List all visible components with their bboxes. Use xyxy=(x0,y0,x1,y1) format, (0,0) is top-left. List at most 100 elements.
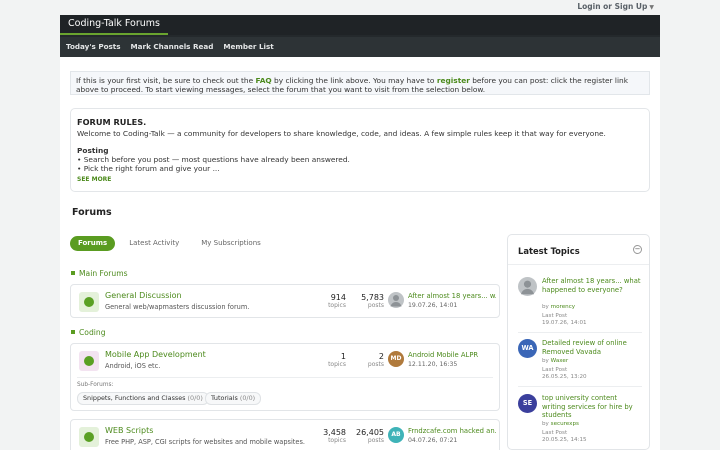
caret-down-icon: ▼ xyxy=(649,4,654,11)
topic-author[interactable]: Waxer xyxy=(551,358,568,364)
posts-number: 26,405 xyxy=(356,428,384,437)
see-more-link[interactable]: SEE MORE xyxy=(77,176,111,183)
user-silhouette-icon xyxy=(390,295,402,307)
avatar[interactable]: WA xyxy=(518,339,537,358)
forum-name[interactable]: WEB Scripts xyxy=(105,426,153,435)
category-coding[interactable]: Coding xyxy=(71,328,106,337)
topic-author[interactable]: morency xyxy=(551,304,575,310)
nav-todays-posts[interactable]: Today's Posts xyxy=(66,37,121,57)
topic-author-line: by Waxer xyxy=(542,358,568,366)
topic-title[interactable]: After almost 18 years... what happened t… xyxy=(542,277,642,294)
posts-number: 5,783 xyxy=(361,293,384,302)
forum-rules-panel: FORUM RULES. Welcome to Coding-Talk — a … xyxy=(70,108,650,192)
divider xyxy=(77,377,493,378)
topics-label: topics xyxy=(328,302,346,309)
latest-topics-widget: Latest Topics − After almost 18 years...… xyxy=(507,234,650,450)
forum-tabs: Forums Latest Activity My Subscriptions xyxy=(70,236,275,251)
forum-row-web-scripts[interactable]: WEB Scripts Free PHP, ASP, CGI scripts f… xyxy=(70,419,500,450)
last-post-date: 04.07.26, 07:21 xyxy=(408,437,458,444)
topics-number: 914 xyxy=(330,293,346,302)
rules-posting-heading: Posting xyxy=(77,146,109,155)
category-square-icon xyxy=(71,271,75,275)
avatar[interactable] xyxy=(518,277,537,296)
latest-topics-title: Latest Topics xyxy=(518,246,580,256)
topic-author[interactable]: securexps xyxy=(551,421,579,427)
topic-title[interactable]: top university content writing services … xyxy=(542,394,642,420)
tab-my-subscriptions[interactable]: My Subscriptions xyxy=(193,236,269,251)
faq-link[interactable]: FAQ xyxy=(256,76,272,85)
topic-title[interactable]: Detailed review of online Removed Vavada xyxy=(542,339,642,356)
last-post-title[interactable]: Android Mobile ALPR xyxy=(408,351,496,359)
forum-topics-count: 3,458 topics xyxy=(306,428,346,445)
welcome-notice: If this is your first visit, be sure to … xyxy=(70,71,650,95)
forum-posts-count: 26,405 posts xyxy=(344,428,384,445)
collapse-icon[interactable]: − xyxy=(633,245,642,254)
nav-member-list[interactable]: Member List xyxy=(223,37,273,57)
divider xyxy=(518,386,642,387)
sub-forum-snippets[interactable]: Snippets, Functions and Classes (0/0) xyxy=(77,392,209,405)
avatar[interactable]: AB xyxy=(388,427,404,443)
topic-date: 20.05.25, 14:15 xyxy=(542,437,587,443)
forum-name[interactable]: Mobile App Development xyxy=(105,350,206,359)
forum-description: Free PHP, ASP, CGI scripts for websites … xyxy=(105,438,305,446)
divider xyxy=(518,332,642,333)
avatar[interactable]: SE xyxy=(518,394,537,413)
forum-name[interactable]: General Discussion xyxy=(105,291,182,300)
topic-author-line: by securexps xyxy=(542,421,579,429)
category-label: Main Forums xyxy=(79,269,128,278)
last-post-title[interactable]: Frndzcafe.com hacked an... xyxy=(408,427,496,435)
tab-forums[interactable]: Forums xyxy=(70,236,116,251)
sub-forum-tutorials[interactable]: Tutorials (0/0) xyxy=(205,392,262,405)
site-header: Coding-Talk Forums xyxy=(60,15,660,35)
by-label: by xyxy=(542,304,549,310)
rules-title: FORUM RULES. xyxy=(77,117,147,127)
sub-forums-label: Sub-Forums: xyxy=(77,382,114,388)
forum-description: General web/wapmasters discussion forum. xyxy=(105,303,250,311)
posts-label: posts xyxy=(367,361,384,368)
latest-topic-item[interactable]: WA Detailed review of online Removed Vav… xyxy=(518,339,644,383)
topic-date: 26.05.25, 13:20 xyxy=(542,374,587,380)
avatar[interactable]: MD xyxy=(388,351,404,367)
topics-label: topics xyxy=(328,361,346,368)
forum-row-mobile-app-development[interactable]: Mobile App Development Android, iOS etc.… xyxy=(70,343,500,411)
topic-date: 19.07.26, 14:01 xyxy=(542,320,587,326)
avatar[interactable] xyxy=(388,292,404,308)
login-signup-link[interactable]: Login or Sign Up ▼ xyxy=(577,2,654,11)
category-main-forums[interactable]: Main Forums xyxy=(71,269,128,278)
notice-text-mid: by clicking the link above. You may have… xyxy=(271,76,437,85)
nav-mark-channels-read[interactable]: Mark Channels Read xyxy=(131,37,214,57)
forum-posts-count: 5,783 posts xyxy=(344,293,384,310)
forum-posts-count: 2 posts xyxy=(344,352,384,369)
latest-topic-item[interactable]: SE top university content writing servic… xyxy=(518,394,644,446)
register-link[interactable]: register xyxy=(437,76,470,85)
forum-dot-icon xyxy=(84,432,94,442)
main-content: If this is your first visit, be sure to … xyxy=(60,57,660,450)
forum-dot-icon xyxy=(84,356,94,366)
notice-text-pre: If this is your first visit, be sure to … xyxy=(76,76,256,85)
site-title[interactable]: Coding-Talk Forums xyxy=(60,15,169,35)
forum-icon xyxy=(79,292,99,312)
forum-row-general-discussion[interactable]: General Discussion General web/wapmaster… xyxy=(70,284,500,318)
sub-forum-count: (0/0) xyxy=(239,394,256,402)
tab-latest-activity[interactable]: Latest Activity xyxy=(121,236,187,251)
latest-topic-item[interactable]: After almost 18 years... what happened t… xyxy=(518,277,644,327)
forum-dot-icon xyxy=(84,297,94,307)
forum-topics-count: 914 topics xyxy=(306,293,346,310)
rules-line-1: • Search before you post — most question… xyxy=(77,155,350,164)
last-post-date: 19.07.26, 14:01 xyxy=(408,302,458,309)
sub-forum-count: (0/0) xyxy=(187,394,203,402)
divider xyxy=(508,264,649,265)
forum-icon xyxy=(79,427,99,447)
category-label: Coding xyxy=(79,328,106,337)
last-post-title[interactable]: After almost 18 years... w... xyxy=(408,292,496,300)
sub-navigation: Today's Posts Mark Channels Read Member … xyxy=(60,35,660,57)
rules-line-2: • Pick the right forum and give your ... xyxy=(77,164,220,173)
forum-icon xyxy=(79,351,99,371)
forums-heading: Forums xyxy=(72,207,112,218)
topics-label: topics xyxy=(328,437,346,444)
by-label: by xyxy=(542,358,549,364)
last-post-date: 12.11.20, 16:35 xyxy=(408,361,458,368)
posts-label: posts xyxy=(367,437,384,444)
forum-description: Android, iOS etc. xyxy=(105,362,161,370)
posts-label: posts xyxy=(367,302,384,309)
